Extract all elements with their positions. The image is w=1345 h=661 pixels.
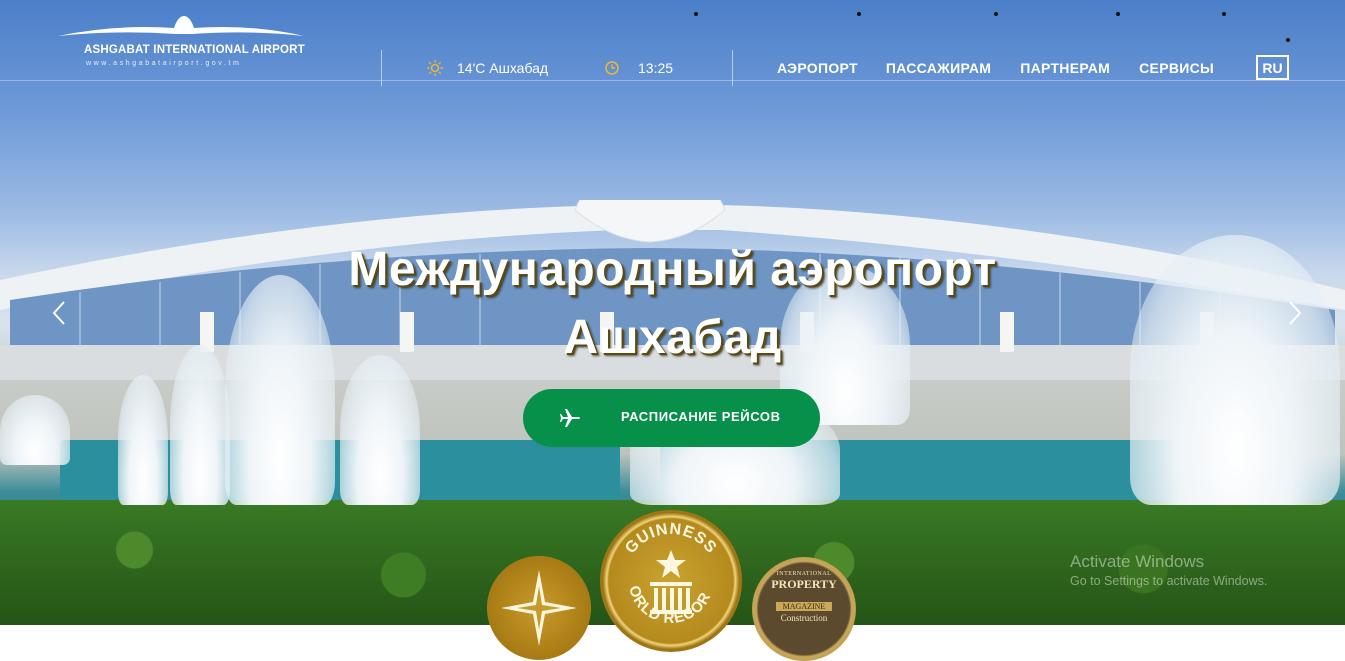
dot bbox=[1116, 12, 1120, 16]
activate-windows-watermark: Activate Windows Go to Settings to activ… bbox=[1070, 552, 1267, 588]
logo-url: www.ashgabatairport.gov.tm bbox=[86, 60, 242, 67]
main-nav: АЭРОПОРТ ПАССАЖИРАМ ПАРТНЕРАМ СЕРВИСЫ bbox=[777, 60, 1214, 76]
watermark-line2: Go to Settings to activate Windows. bbox=[1070, 574, 1268, 588]
header-separator bbox=[732, 50, 733, 86]
watermark-line1: Activate Windows bbox=[1070, 552, 1205, 571]
badge-line2: PROPERTY bbox=[771, 577, 837, 591]
header-divider bbox=[0, 80, 1345, 81]
header-separator bbox=[381, 50, 382, 86]
property-award-badge: INTERNATIONAL PROPERTY MAGAZINE Construc… bbox=[752, 557, 856, 661]
weather-widget: 14'C Ашхабад bbox=[427, 60, 548, 76]
language-switch[interactable]: RU bbox=[1256, 55, 1289, 80]
fountain-jet bbox=[0, 395, 70, 465]
clock-icon bbox=[605, 61, 619, 75]
hero-title: Международный аэропорт Ашхабад bbox=[0, 236, 1345, 372]
badge-line4: Construction bbox=[780, 613, 828, 623]
dot bbox=[694, 12, 698, 16]
airport-logo[interactable]: ASHGABAT INTERNATIONAL AIRPORT www.ashga… bbox=[56, 14, 306, 74]
star-award-badge bbox=[487, 556, 591, 660]
dot bbox=[1286, 38, 1290, 42]
dot bbox=[994, 12, 998, 16]
weather-text: 14'C Ашхабад bbox=[457, 60, 549, 76]
compass-star-icon bbox=[501, 570, 577, 646]
clock-widget: 13:25 bbox=[604, 60, 673, 76]
logo-title: ASHGABAT INTERNATIONAL AIRPORT bbox=[84, 44, 305, 56]
airplane-icon bbox=[560, 409, 580, 427]
sun-icon bbox=[427, 60, 443, 76]
guinness-badge: GUINNESS WORLD RECORDS bbox=[600, 510, 742, 652]
hero-title-line2: Ашхабад bbox=[563, 311, 782, 364]
hero-title-line1: Международный аэропорт bbox=[348, 243, 997, 296]
flight-schedule-button[interactable]: РАСПИСАНИЕ РЕЙСОВ bbox=[523, 389, 820, 447]
bird-logo-icon bbox=[58, 16, 304, 36]
fountain-jet bbox=[118, 375, 168, 505]
dot bbox=[857, 12, 861, 16]
badge-line3: MAGAZINE bbox=[776, 602, 832, 611]
nav-item-passengers[interactable]: ПАССАЖИРАМ bbox=[886, 60, 991, 76]
nav-item-airport[interactable]: АЭРОПОРТ bbox=[777, 60, 858, 76]
guinness-emblem: GUINNESS WORLD RECORDS bbox=[600, 510, 719, 627]
fountain-jet bbox=[340, 355, 420, 505]
nav-item-partners[interactable]: ПАРТНЕРАМ bbox=[1020, 60, 1110, 76]
clock-text: 13:25 bbox=[638, 60, 674, 76]
flight-schedule-label: РАСПИСАНИЕ РЕЙСОВ bbox=[621, 409, 781, 424]
dot bbox=[1222, 12, 1226, 16]
nav-item-services[interactable]: СЕРВИСЫ bbox=[1139, 60, 1214, 76]
